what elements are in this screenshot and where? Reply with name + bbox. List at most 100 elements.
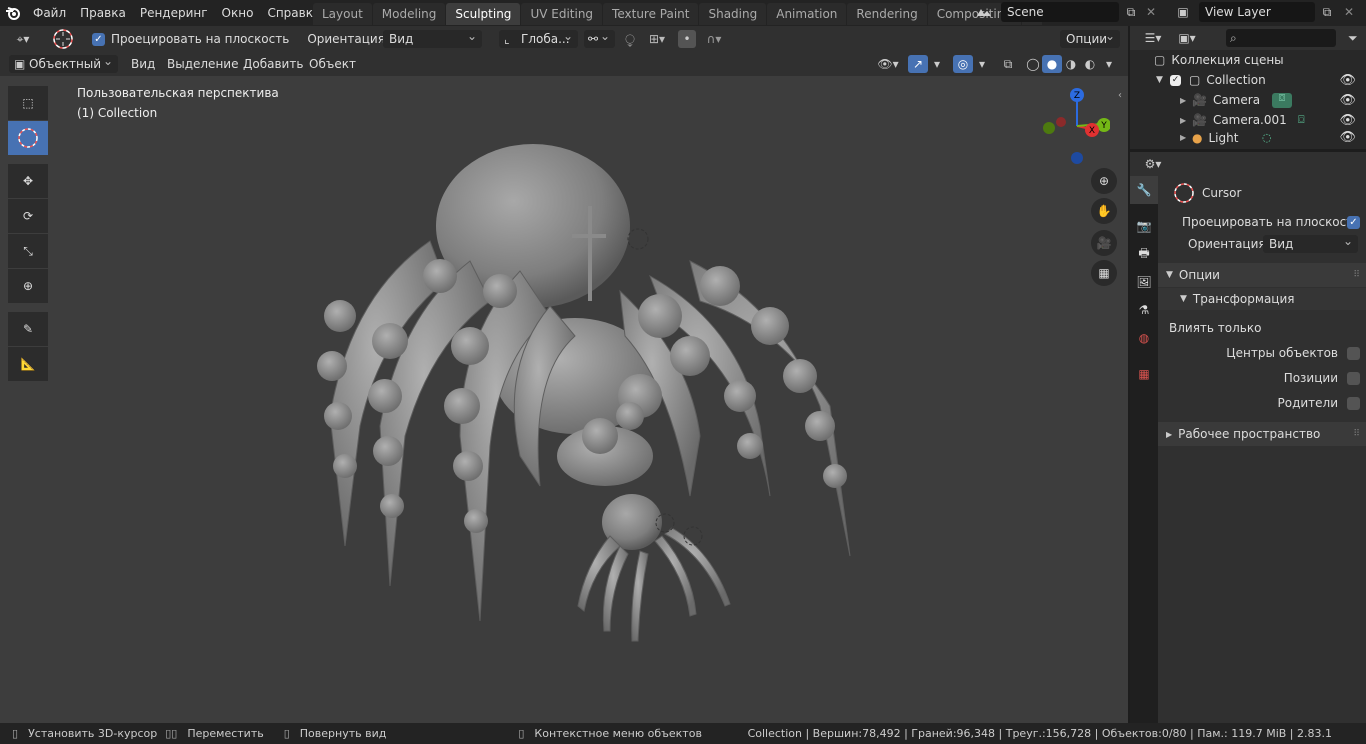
- orientation-dropdown[interactable]: Вид: [383, 27, 482, 48]
- tab-shading[interactable]: Shading: [699, 3, 767, 25]
- workspace-panel-header[interactable]: ▶ Рабочее пространство ⠿: [1158, 422, 1366, 446]
- display-mode-icon[interactable]: ▣▾: [1172, 31, 1202, 45]
- tab-sculpting[interactable]: Sculpting: [446, 3, 521, 25]
- menu-file[interactable]: Файл: [26, 1, 73, 25]
- outliner-search-field[interactable]: ⌕: [1226, 29, 1336, 47]
- tab-modeling[interactable]: Modeling: [372, 3, 446, 25]
- expand-arrow-icon[interactable]: ▼: [1156, 75, 1170, 85]
- snap-toggle-icon[interactable]: ⧬: [620, 30, 640, 48]
- editor-type-icon[interactable]: ⌖▾: [6, 29, 40, 49]
- tab-uv-editing[interactable]: UV Editing: [521, 3, 603, 25]
- world-tab[interactable]: ◍: [1130, 324, 1158, 352]
- camera-data-icon[interactable]: ⌼: [1298, 113, 1305, 127]
- ortho-toggle-button[interactable]: ▦: [1091, 260, 1117, 286]
- material-shading-icon[interactable]: ◑: [1061, 55, 1081, 73]
- parents-checkbox[interactable]: [1347, 396, 1360, 410]
- outliner-item-light[interactable]: ▶ ● Light ◌ 👁: [1130, 130, 1366, 145]
- solid-shading-icon[interactable]: ●: [1042, 55, 1062, 73]
- object-centers-checkbox[interactable]: [1347, 346, 1360, 360]
- orientation-dropdown[interactable]: Вид: [1263, 232, 1358, 253]
- 3d-viewport[interactable]: ⬚ ✥ ⟳ ⤡ ⊕ ✎ 📐 Пользовательская перспекти…: [0, 76, 1128, 723]
- gizmo-neg-x[interactable]: [1056, 117, 1066, 127]
- output-tab[interactable]: 🖶: [1130, 240, 1158, 268]
- navigation-gizmo[interactable]: Z Y X: [1040, 86, 1110, 166]
- expand-arrow-icon[interactable]: ▶: [1180, 96, 1192, 105]
- outliner-item-camera-001[interactable]: ▶ 🎥 Camera.001 ⌼ 👁: [1130, 110, 1366, 130]
- menu-window[interactable]: Окно: [215, 1, 261, 25]
- locations-checkbox[interactable]: [1347, 371, 1360, 385]
- outliner-scene-collection[interactable]: ▢ Коллекция сцены: [1130, 50, 1366, 70]
- tab-texture-paint[interactable]: Texture Paint: [603, 3, 699, 25]
- shading-dropdown-icon[interactable]: ▾: [1102, 55, 1116, 73]
- visibility-filter-icon[interactable]: 👁▾: [872, 55, 904, 73]
- tab-rendering[interactable]: Rendering: [847, 3, 927, 25]
- measure-tool[interactable]: 📐: [8, 347, 48, 381]
- blender-logo-icon[interactable]: [0, 0, 26, 26]
- render-tab[interactable]: 📷: [1130, 212, 1158, 240]
- texture-tab[interactable]: ▦: [1130, 360, 1158, 388]
- annotate-tool[interactable]: ✎: [8, 312, 48, 346]
- menu-edit[interactable]: Правка: [73, 1, 133, 25]
- transform-tool[interactable]: ⊕: [8, 269, 48, 303]
- move-tool[interactable]: ✥: [8, 164, 48, 198]
- pan-view-button[interactable]: ✋: [1091, 198, 1117, 224]
- delete-scene-icon[interactable]: ✕: [1142, 3, 1160, 21]
- snap-target-icon[interactable]: ⊞▾: [643, 30, 671, 48]
- gizmo-dropdown-icon[interactable]: ▾: [930, 55, 944, 73]
- gizmo-toggle-icon[interactable]: ↗: [908, 55, 928, 73]
- tab-animation[interactable]: Animation: [767, 3, 847, 25]
- new-view-layer-icon[interactable]: ⧉: [1318, 3, 1336, 21]
- menu-object[interactable]: Объект: [309, 57, 356, 71]
- options-panel-header[interactable]: ▼ Опции ⠿: [1158, 263, 1366, 287]
- visibility-eye-icon[interactable]: 👁: [1339, 130, 1356, 145]
- outliner-item-camera[interactable]: ▶ 🎥 Camera ⌼ 👁: [1130, 90, 1366, 110]
- project-surface-checkbox[interactable]: ✓: [1347, 215, 1360, 229]
- scale-tool[interactable]: ⤡: [8, 234, 48, 268]
- view-layer-field[interactable]: View Layer: [1199, 2, 1315, 22]
- transform-panel-header[interactable]: ▼ Трансформация: [1158, 288, 1366, 310]
- expand-arrow-icon[interactable]: ▶: [1180, 133, 1192, 142]
- new-scene-icon[interactable]: ⧉: [1122, 3, 1140, 21]
- cursor-tool-icon[interactable]: [50, 28, 76, 50]
- menu-view[interactable]: Вид: [131, 57, 155, 71]
- expand-arrow-icon[interactable]: ▶: [1180, 116, 1192, 125]
- collection-exclude-checkbox[interactable]: ✓: [1170, 74, 1181, 86]
- pivot-dropdown[interactable]: ⚯: [584, 27, 615, 48]
- light-data-icon[interactable]: ◌: [1262, 131, 1272, 144]
- properties-editor-type-icon[interactable]: ⚙▾: [1138, 157, 1168, 171]
- xray-toggle-icon[interactable]: ⧉: [998, 55, 1018, 73]
- gizmo-neg-z[interactable]: [1071, 152, 1083, 164]
- gizmo-neg-y[interactable]: [1043, 122, 1055, 134]
- scene-tab[interactable]: ⚗: [1130, 296, 1158, 324]
- menu-select[interactable]: Выделение: [167, 57, 238, 71]
- select-box-tool[interactable]: ⬚: [8, 86, 48, 120]
- menu-render[interactable]: Рендеринг: [133, 1, 215, 25]
- project-surface-checkbox[interactable]: ✓: [92, 32, 105, 46]
- cursor-tool[interactable]: [8, 121, 48, 155]
- proportional-falloff-icon[interactable]: ∩▾: [700, 30, 728, 48]
- delete-view-layer-icon[interactable]: ✕: [1340, 3, 1358, 21]
- transform-orientation-dropdown[interactable]: ⌞ Глоба...: [499, 27, 578, 48]
- mode-dropdown[interactable]: ▣ Объектный ...: [9, 52, 118, 89]
- visibility-eye-icon[interactable]: 👁: [1339, 93, 1356, 108]
- rendered-shading-icon[interactable]: ◐: [1080, 55, 1100, 73]
- camera-view-button[interactable]: 🎥: [1091, 230, 1117, 256]
- scene-selector-icon[interactable]: [972, 4, 996, 22]
- view-layer-tab[interactable]: 🖼: [1130, 268, 1158, 296]
- filter-icon[interactable]: ⏷: [1348, 31, 1358, 46]
- overlay-toggle-icon[interactable]: ◎: [953, 55, 973, 73]
- options-dropdown[interactable]: Опции: [1060, 27, 1120, 48]
- outliner-item-collection[interactable]: ▼ ✓ ▢ Collection 👁: [1130, 70, 1366, 90]
- drag-handle-icon[interactable]: ⠿: [1353, 270, 1360, 280]
- overlay-dropdown-icon[interactable]: ▾: [975, 55, 989, 73]
- tool-tab[interactable]: 🔧: [1130, 176, 1158, 204]
- camera-data-icon[interactable]: ⌼: [1272, 92, 1292, 108]
- zoom-view-button[interactable]: ⊕: [1091, 168, 1117, 194]
- sidebar-toggle-icon[interactable]: ‹: [1118, 90, 1122, 101]
- view-layer-icon[interactable]: ▣: [1170, 3, 1196, 21]
- rotate-tool[interactable]: ⟳: [8, 199, 48, 233]
- tab-layout[interactable]: Layout: [313, 3, 372, 25]
- scene-name-field[interactable]: Scene: [1001, 2, 1119, 22]
- outliner-editor-type-icon[interactable]: ☰▾: [1138, 31, 1168, 45]
- visibility-eye-icon[interactable]: 👁: [1339, 113, 1356, 128]
